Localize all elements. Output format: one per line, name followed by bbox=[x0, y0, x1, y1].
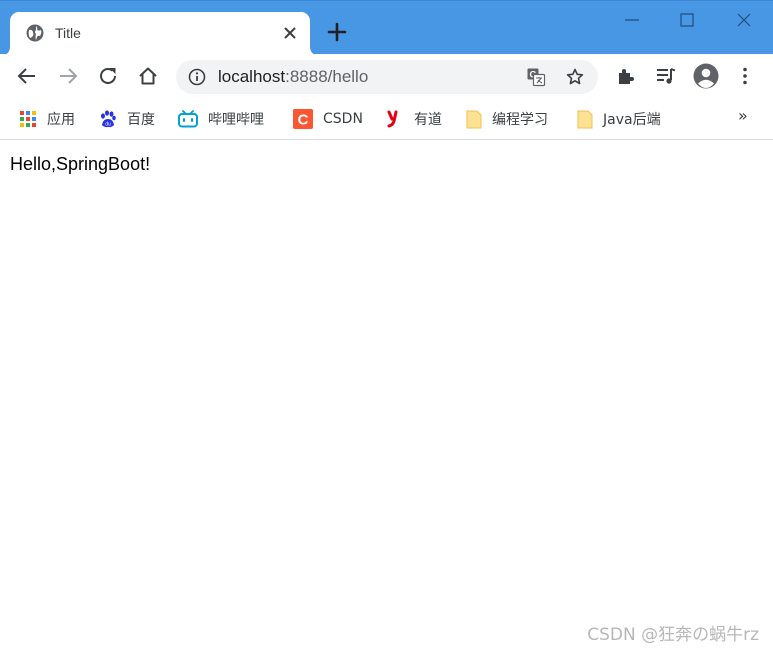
minimize-icon[interactable] bbox=[621, 9, 643, 31]
watermark-text: CSDN @狂奔の蜗牛rz bbox=[587, 625, 759, 645]
csdn-icon: C bbox=[293, 109, 313, 129]
site-info-icon[interactable] bbox=[188, 68, 206, 86]
reload-icon[interactable] bbox=[96, 64, 120, 88]
browser-tab[interactable]: Title bbox=[10, 12, 310, 56]
svg-text:C: C bbox=[298, 112, 309, 129]
close-tab-icon[interactable] bbox=[282, 25, 298, 41]
bookmark-label: 编程学习 bbox=[492, 112, 548, 128]
url-host: localhost bbox=[218, 67, 286, 86]
url-text[interactable]: localhost:8888/hello bbox=[218, 67, 368, 87]
window-close-icon[interactable] bbox=[733, 9, 755, 31]
bookmark-youdao[interactable]: 有道 bbox=[386, 108, 442, 130]
svg-text:du: du bbox=[105, 122, 111, 128]
folder-icon bbox=[466, 110, 482, 128]
bilibili-icon bbox=[178, 110, 198, 128]
apps-grid-icon bbox=[20, 111, 36, 127]
bookmark-label: 哔哩哔哩 bbox=[208, 112, 264, 128]
bookmark-csdn[interactable]: C CSDN bbox=[293, 108, 363, 130]
bookmark-baidu[interactable]: du 百度 bbox=[99, 108, 155, 130]
youdao-icon bbox=[387, 110, 398, 128]
forward-arrow-icon[interactable] bbox=[56, 64, 80, 88]
baidu-icon: du bbox=[101, 110, 116, 128]
new-tab-plus-icon[interactable] bbox=[326, 21, 348, 43]
bookmark-folder-programming[interactable]: 编程学习 bbox=[466, 108, 548, 130]
bookmark-label: 百度 bbox=[127, 112, 155, 128]
tab-title: Title bbox=[55, 25, 81, 41]
maximize-icon[interactable] bbox=[676, 9, 698, 31]
address-bar[interactable]: localhost:8888/hello G bbox=[176, 60, 598, 94]
bookmark-label: Java后端 bbox=[603, 112, 661, 128]
bookmark-bilibili[interactable]: 哔哩哔哩 bbox=[178, 108, 264, 130]
url-path: :8888/hello bbox=[285, 67, 369, 86]
browser-titlebar: Title bbox=[0, 0, 773, 56]
folder-icon bbox=[577, 110, 593, 128]
bookmark-label: CSDN bbox=[323, 111, 363, 127]
bookmark-apps[interactable]: 应用 bbox=[19, 108, 75, 130]
back-arrow-icon[interactable] bbox=[15, 64, 39, 88]
bookmarks-bar: 应用 du 百度 哔哩哔哩 C CSDN 有道 编程学习 Java后端 bbox=[0, 100, 773, 140]
more-menu-icon[interactable] bbox=[733, 64, 757, 88]
extensions-puzzle-icon[interactable] bbox=[614, 64, 638, 88]
page-body-text: Hello,SpringBoot! bbox=[10, 154, 151, 174]
bookmark-label: 应用 bbox=[47, 112, 75, 128]
bookmarks-overflow-chevron-icon[interactable]: » bbox=[738, 106, 748, 125]
profile-avatar-icon[interactable] bbox=[693, 63, 719, 89]
bookmark-star-icon[interactable] bbox=[565, 67, 585, 87]
bookmark-label: 有道 bbox=[414, 112, 442, 128]
home-icon[interactable] bbox=[136, 64, 160, 88]
translate-icon[interactable]: G bbox=[526, 67, 546, 87]
reading-list-icon[interactable] bbox=[654, 64, 678, 88]
globe-icon bbox=[26, 24, 44, 42]
bookmark-folder-java[interactable]: Java后端 bbox=[577, 108, 661, 130]
browser-toolbar: localhost:8888/hello G bbox=[0, 54, 773, 100]
